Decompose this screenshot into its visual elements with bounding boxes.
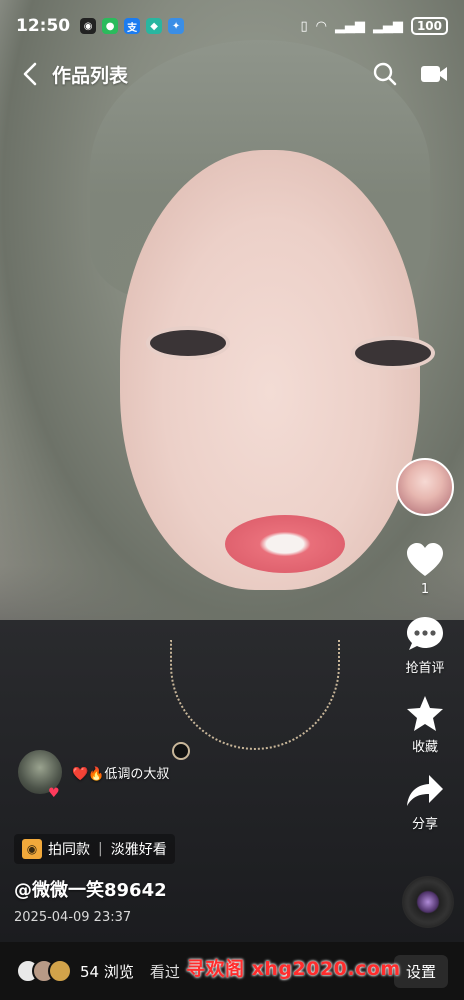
watermark-text: 寻欢阁 xhg2020.com <box>186 958 401 980</box>
video-frame-right-eye <box>355 340 431 366</box>
star-icon <box>407 696 443 731</box>
shield-icon: ◆ <box>146 18 163 34</box>
tag-text: 淡雅好看 <box>110 842 167 858</box>
comment-icon <box>407 617 443 650</box>
separator: | <box>98 841 103 857</box>
signal-icon: ▂▄▆ <box>334 18 365 34</box>
signal-icon-2: ▂▄▆ <box>372 18 403 34</box>
video-frame-lips <box>225 515 345 573</box>
comment-preview[interactable]: ♥ ❤️🔥低调の大叔 <box>18 750 170 801</box>
same-style-bar[interactable]: ◉ 拍同款 | 淡雅好看 <box>14 834 175 864</box>
action-column: 1 抢首评 收藏 分享 <box>386 458 464 832</box>
like-button[interactable]: 1 <box>405 542 445 597</box>
status-bar: 12:50 ◉ ● 支 ◆ ✦ ▯ ◠ ▂▄▆ ▂▄▆ 100 <box>0 0 464 52</box>
qq-icon: ◉ <box>80 18 97 34</box>
author-name[interactable]: @微微一笑89642 <box>14 876 167 902</box>
viewer-avatars[interactable] <box>16 959 72 983</box>
creator-avatar[interactable] <box>396 458 454 516</box>
heart-badge-icon: ♥ <box>48 786 60 801</box>
page-title: 作品列表 <box>52 64 129 87</box>
nav-actions <box>372 61 448 87</box>
vibrate-icon: ▯ <box>300 18 308 34</box>
camera-tag-icon: ◉ <box>22 839 42 859</box>
comment-preview-text: ❤️🔥低调の大叔 <box>72 766 170 782</box>
wifi-icon: ◠ <box>315 18 327 34</box>
heart-icon <box>407 543 443 576</box>
notification-icons: ◉ ● 支 ◆ ✦ <box>80 18 185 34</box>
search-icon[interactable] <box>372 61 398 87</box>
status-time: 12:50 <box>16 16 71 36</box>
favorite-label: 收藏 <box>411 740 438 755</box>
comment-button[interactable]: 抢首评 <box>405 615 445 676</box>
like-count: 1 <box>420 582 430 597</box>
commenter-avatar: ♥ <box>18 750 62 801</box>
post-date: 2025-04-09 23:37 <box>14 910 132 925</box>
alipay-icon: 支 <box>124 18 141 34</box>
comment-label: 抢首评 <box>405 661 445 676</box>
view-count[interactable]: 54 浏览 <box>80 961 134 982</box>
status-right: ▯ ◠ ▂▄▆ ▂▄▆ 100 <box>300 17 448 35</box>
share-icon <box>407 775 443 806</box>
favorite-button[interactable]: 收藏 <box>405 694 445 755</box>
share-label: 分享 <box>411 817 438 832</box>
app-icon: ✦ <box>168 18 185 34</box>
back-button[interactable] <box>16 60 44 88</box>
top-nav: 作品列表 <box>0 52 464 96</box>
video-frame-left-eye <box>150 330 226 356</box>
music-disc-icon[interactable] <box>402 876 454 928</box>
viewer-avatar <box>48 959 72 983</box>
wechat-icon: ● <box>102 18 119 34</box>
same-style-label: 拍同款 <box>48 842 90 858</box>
share-button[interactable]: 分享 <box>405 773 445 832</box>
chevron-left-icon <box>23 62 37 86</box>
seen-label[interactable]: 看过 <box>150 961 180 982</box>
battery-indicator: 100 <box>410 17 448 35</box>
settings-button[interactable]: 设置 <box>393 954 448 988</box>
video-camera-icon[interactable] <box>420 63 448 85</box>
video-frame-pendant <box>172 742 190 760</box>
